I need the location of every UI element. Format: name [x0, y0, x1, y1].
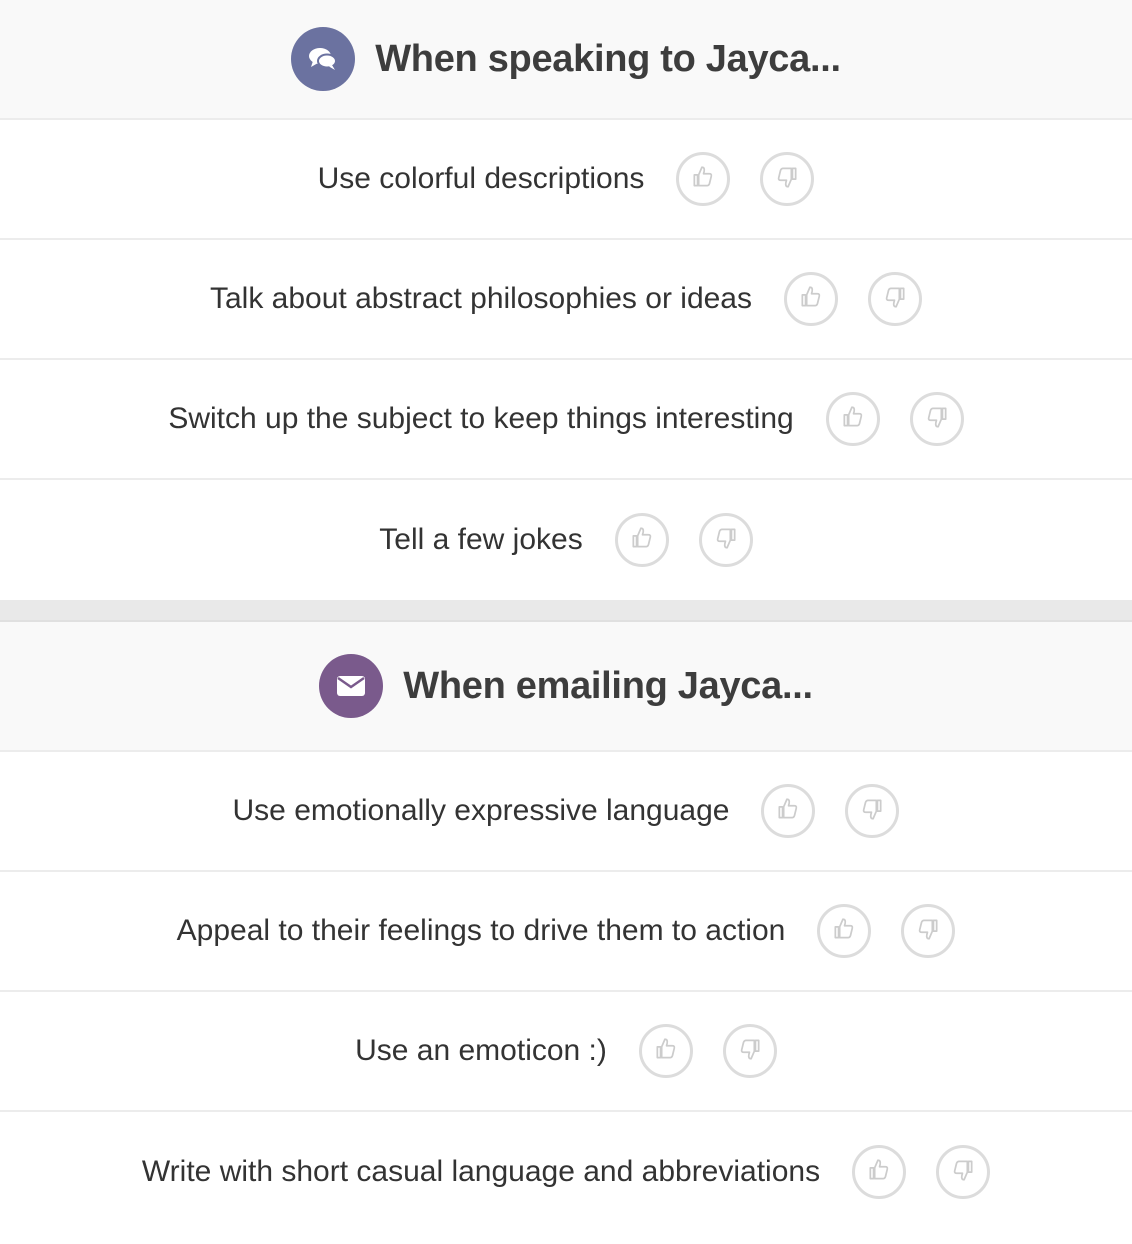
thumbs-down-icon	[774, 164, 800, 195]
thumbs-down-button[interactable]	[936, 1145, 991, 1199]
tip-label: Use emotionally expressive language	[232, 794, 730, 827]
thumbs-up-icon	[840, 404, 866, 435]
thumbs-down-button[interactable]	[722, 1024, 777, 1078]
thumbs-up-icon	[653, 1036, 679, 1067]
thumbs-up-icon	[690, 164, 716, 195]
tip-row: Switch up the subject to keep things int…	[0, 360, 1132, 480]
thumbs-up-button[interactable]	[638, 1024, 693, 1078]
tip-row: Talk about abstract philosophies or idea…	[0, 240, 1132, 360]
thumbs-up-button[interactable]	[817, 904, 872, 958]
tip-row: Tell a few jokes	[0, 480, 1132, 600]
tip-row: Use colorful descriptions	[0, 120, 1132, 240]
thumbs-down-icon	[924, 404, 950, 435]
thumbs-down-button[interactable]	[868, 272, 922, 326]
chat-bubbles-icon	[291, 27, 356, 91]
section-divider	[0, 600, 1132, 622]
thumbs-down-icon	[882, 284, 908, 315]
speaking-section-header: When speaking to Jayca...	[0, 0, 1132, 120]
thumbs-up-button[interactable]	[614, 513, 669, 567]
tip-label: Write with short casual language and abb…	[141, 1155, 821, 1188]
thumbs-up-button[interactable]	[852, 1145, 907, 1199]
thumbs-up-icon	[798, 284, 824, 315]
tip-row: Use emotionally expressive language	[0, 752, 1132, 872]
tip-row: Write with short casual language and abb…	[0, 1112, 1132, 1232]
tip-label: Tell a few jokes	[379, 523, 583, 556]
tip-row: Use an emoticon :)	[0, 992, 1132, 1112]
emailing-section-header: When emailing Jayca...	[0, 622, 1132, 752]
thumbs-down-icon	[713, 525, 739, 556]
tip-label: Use colorful descriptions	[317, 162, 645, 195]
speaking-section-title: When speaking to Jayca...	[375, 37, 841, 80]
thumbs-down-button[interactable]	[845, 784, 900, 838]
thumbs-up-button[interactable]	[825, 392, 880, 446]
tip-label: Switch up the subject to keep things int…	[168, 402, 794, 435]
tip-label: Appeal to their feelings to drive them t…	[176, 914, 786, 947]
thumbs-up-icon	[629, 525, 655, 556]
thumbs-down-icon	[737, 1036, 763, 1067]
thumbs-up-button[interactable]	[784, 272, 838, 326]
tip-row: Appeal to their feelings to drive them t…	[0, 872, 1132, 992]
thumbs-down-button[interactable]	[698, 513, 753, 567]
envelope-icon	[319, 654, 384, 718]
thumbs-down-button[interactable]	[760, 152, 815, 206]
thumbs-up-icon	[866, 1157, 892, 1188]
emailing-section-title: When emailing Jayca...	[403, 664, 813, 707]
thumbs-up-icon	[831, 916, 857, 947]
thumbs-down-icon	[915, 916, 941, 947]
tip-label: Talk about abstract philosophies or idea…	[210, 282, 752, 315]
thumbs-down-button[interactable]	[909, 392, 964, 446]
thumbs-down-icon	[859, 796, 885, 827]
thumbs-down-icon	[950, 1157, 976, 1188]
thumbs-down-button[interactable]	[901, 904, 956, 958]
thumbs-up-icon	[775, 796, 801, 827]
thumbs-up-button[interactable]	[761, 784, 816, 838]
thumbs-up-button[interactable]	[676, 152, 731, 206]
tip-label: Use an emoticon :)	[355, 1034, 607, 1067]
